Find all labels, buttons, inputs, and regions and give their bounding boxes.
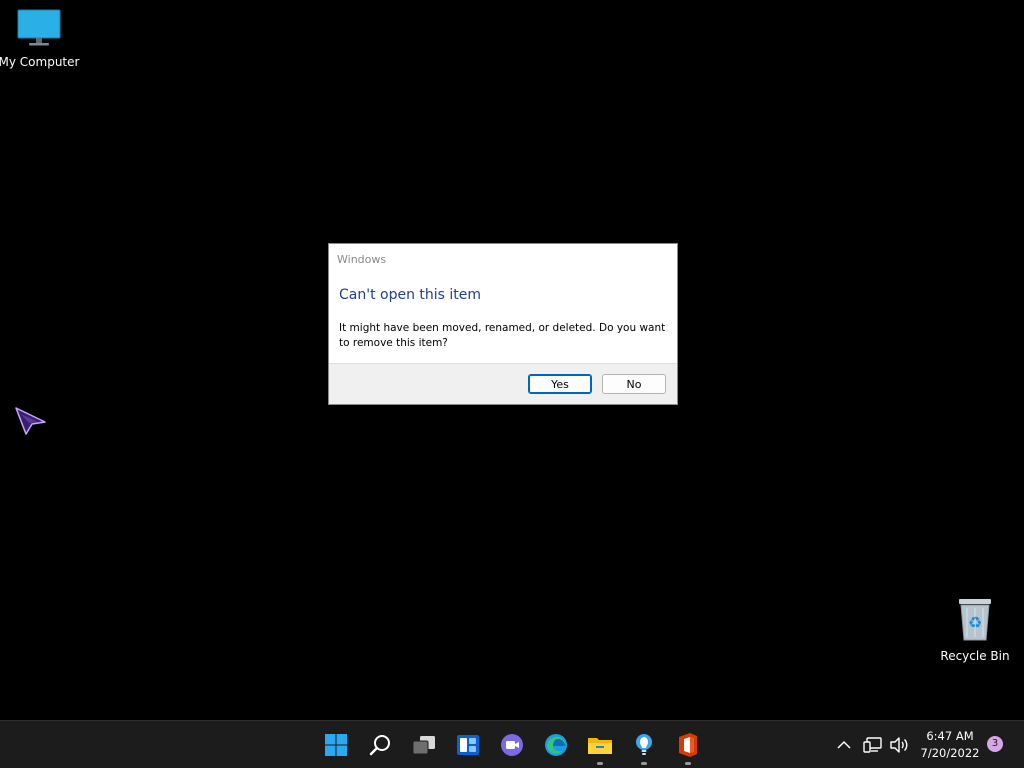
search-icon xyxy=(369,735,390,756)
show-hidden-icons-button[interactable] xyxy=(830,729,858,761)
widgets-icon xyxy=(457,735,479,755)
desktop-icon-my-computer[interactable]: My Computer xyxy=(0,8,84,69)
desktop-icon-label: My Computer xyxy=(0,55,80,69)
chevron-up-icon xyxy=(837,740,851,749)
recycle-bin-icon: ♻ xyxy=(959,599,991,641)
office-button[interactable] xyxy=(672,729,704,765)
taskbar: 6:47 AM 7/20/2022 xyxy=(0,720,1024,768)
mouse-cursor-icon xyxy=(15,407,46,435)
running-indicator xyxy=(685,762,691,765)
search-button[interactable] xyxy=(364,729,396,761)
task-view-icon xyxy=(412,736,435,755)
running-indicator xyxy=(641,762,647,765)
network-icon xyxy=(863,737,882,753)
file-explorer-icon xyxy=(588,738,612,754)
network-button[interactable] xyxy=(860,729,886,761)
dialog-window-title: Windows xyxy=(337,253,387,266)
desktop-icon-recycle-bin[interactable]: ♻ Recycle Bin xyxy=(930,596,1020,663)
widgets-button[interactable] xyxy=(452,729,484,761)
volume-button[interactable] xyxy=(886,729,912,761)
dialog-heading: Can't open this item xyxy=(339,287,482,303)
edge-icon xyxy=(545,734,567,756)
file-explorer-button[interactable] xyxy=(584,729,616,765)
svg-text:♻: ♻ xyxy=(968,613,982,632)
no-button[interactable]: No xyxy=(602,374,666,394)
dialog-button-bar: Yes No xyxy=(329,363,677,404)
edge-button[interactable] xyxy=(540,729,572,761)
notification-badge[interactable]: 3 xyxy=(987,736,1003,752)
start-button[interactable] xyxy=(320,729,352,761)
clock-time: 6:47 AM xyxy=(926,729,974,743)
computer-icon xyxy=(17,9,61,46)
running-indicator xyxy=(597,762,603,765)
error-dialog: Windows Can't open this item It might ha… xyxy=(328,243,678,405)
tips-icon xyxy=(636,734,652,755)
taskbar-clock[interactable]: 6:47 AM 7/20/2022 xyxy=(918,728,982,762)
windows-start-icon xyxy=(325,734,347,756)
office-icon xyxy=(679,733,697,757)
desktop-icon-label: Recycle Bin xyxy=(940,649,1010,663)
chat-icon xyxy=(501,734,523,756)
yes-button[interactable]: Yes xyxy=(528,374,592,394)
clock-date: 7/20/2022 xyxy=(920,746,980,760)
speaker-icon xyxy=(890,737,908,753)
chat-button[interactable] xyxy=(496,729,528,761)
dialog-message: It might have been moved, renamed, or de… xyxy=(339,322,666,349)
tips-button[interactable] xyxy=(628,729,660,765)
task-view-button[interactable] xyxy=(408,729,440,761)
